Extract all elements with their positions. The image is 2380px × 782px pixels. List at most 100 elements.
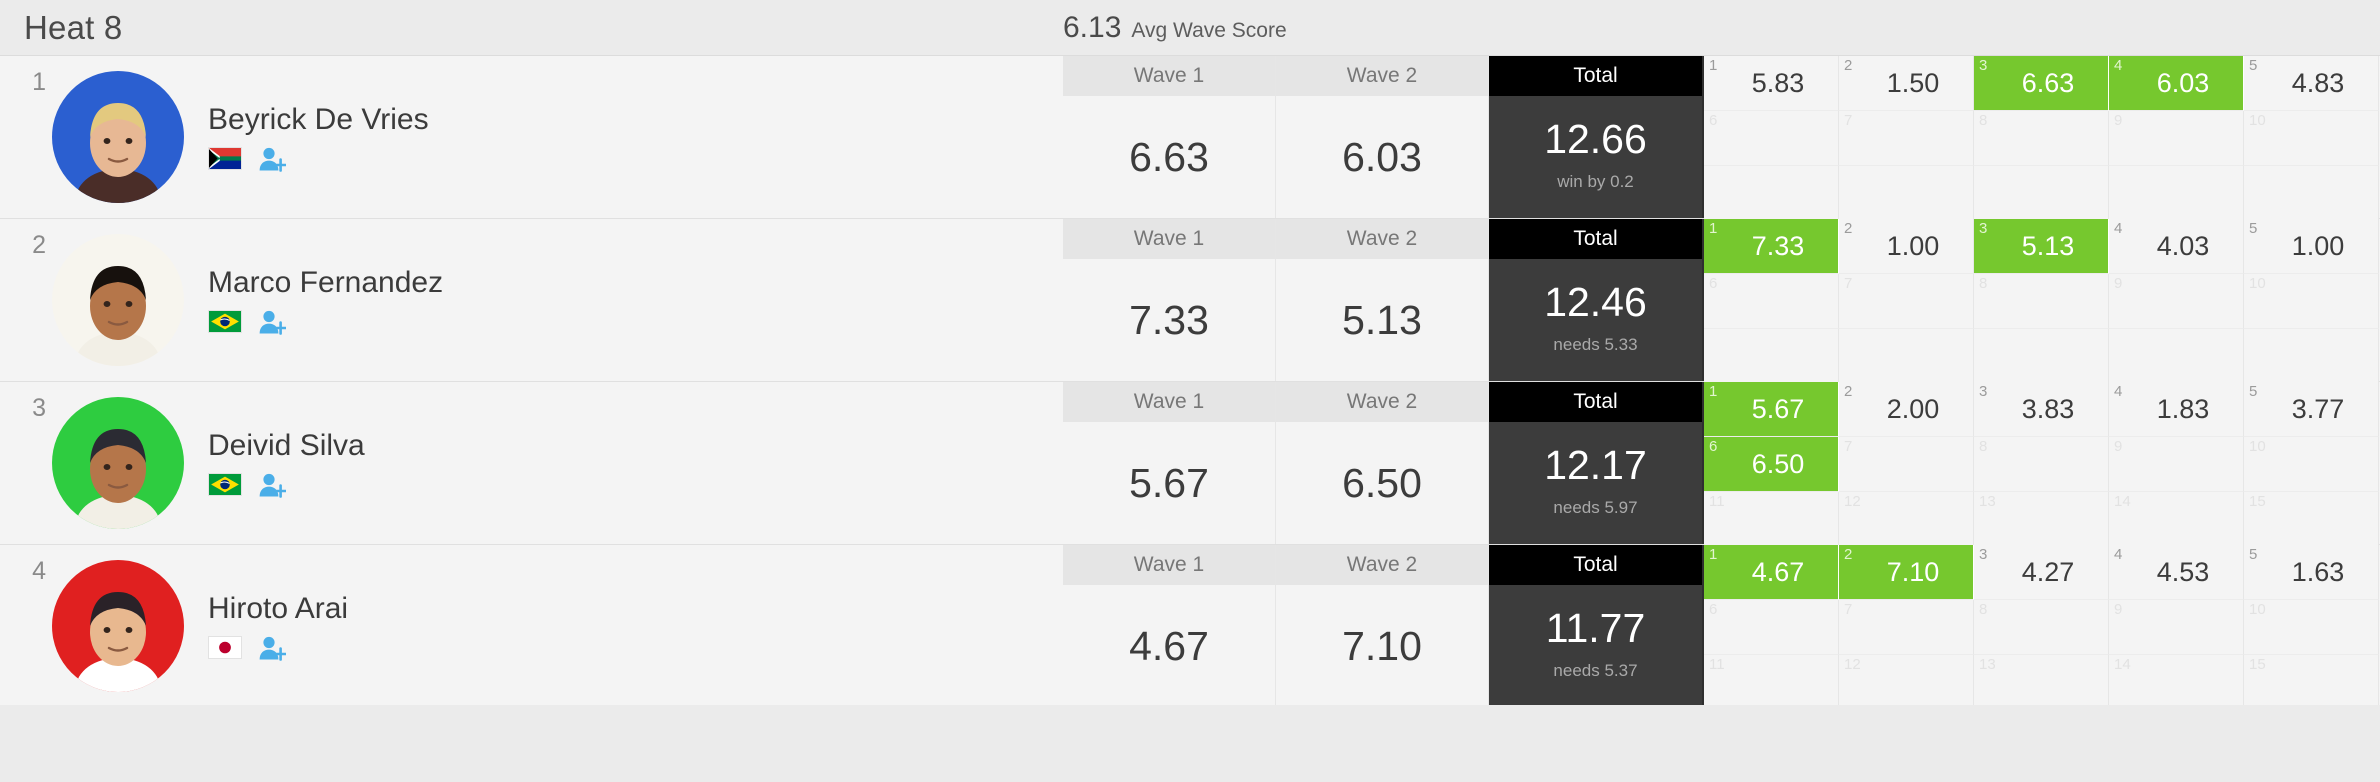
wave-score-cell[interactable]: 10 xyxy=(2244,600,2379,655)
wave-score-cell[interactable]: 10 xyxy=(2244,274,2379,329)
athlete-name[interactable]: Hiroto Arai xyxy=(208,592,348,625)
wave-score-cell[interactable]: 7 xyxy=(1839,274,1974,329)
wave-score-cell[interactable]: 15 xyxy=(2244,492,2379,547)
wave-score-cell[interactable]: 3 3.83 xyxy=(1974,382,2109,437)
wave-score-cell[interactable]: 2 1.00 xyxy=(1839,219,1974,274)
athlete-cell[interactable]: 2 Marco Fernandez xyxy=(0,219,1063,381)
wave-score-cell[interactable]: 1 4.67 xyxy=(1704,545,1839,600)
column-wave-1: Wave 1 5.67 xyxy=(1063,382,1276,544)
wave-score-cell[interactable] xyxy=(1839,166,1974,221)
wave-score-cell[interactable]: 7 xyxy=(1839,111,1974,166)
wave-score-cell[interactable]: 5 1.63 xyxy=(2244,545,2379,600)
wave-score-cell[interactable]: 6 xyxy=(1704,600,1839,655)
wave-score-cell[interactable]: 9 xyxy=(2109,111,2244,166)
wave-score-cell[interactable]: 1 5.67 xyxy=(1704,382,1839,437)
wave-score-cell[interactable] xyxy=(2109,329,2244,384)
athlete-cell[interactable]: 1 Beyrick De Vries xyxy=(0,56,1063,218)
wave-score-cell[interactable]: 7 xyxy=(1839,600,1974,655)
table-row[interactable]: 3 Deivid Silva Wave 1 5.67 Wave 2 6.50 Total 12… xyxy=(0,382,2380,547)
table-row[interactable]: 4 Hiroto Arai Wave 1 4.67 Wave 2 7.10 Total 11.… xyxy=(0,545,2380,710)
wave-score-value: 4.83 xyxy=(2291,67,2345,98)
total-cell: 12.17 needs 5.97 xyxy=(1489,422,1702,544)
avatar[interactable] xyxy=(52,397,184,529)
wave-score-cell[interactable] xyxy=(2244,329,2379,384)
wave-score-cell[interactable]: 8 xyxy=(1974,274,2109,329)
wave-score-index: 9 xyxy=(2114,601,2123,618)
wave-grid-row: 6 7 8 9 10 xyxy=(1704,274,2380,329)
wave-score-cell[interactable]: 8 xyxy=(1974,600,2109,655)
athlete-name[interactable]: Deivid Silva xyxy=(208,429,365,462)
wave-score-cell[interactable]: 2 2.00 xyxy=(1839,382,1974,437)
wave-score-cell[interactable] xyxy=(1974,329,2109,384)
wave-score-index: 10 xyxy=(2249,275,2266,292)
wave-score-cell[interactable]: 8 xyxy=(1974,437,2109,492)
avatar[interactable] xyxy=(52,234,184,366)
wave-score-index: 10 xyxy=(2249,601,2266,618)
wave-score-cell[interactable]: 11 xyxy=(1704,492,1839,547)
athlete-meta-icons xyxy=(208,309,443,335)
athlete-cell[interactable]: 3 Deivid Silva xyxy=(0,382,1063,544)
wave-score-cell[interactable]: 10 xyxy=(2244,111,2379,166)
wave-score-cell[interactable]: 14 xyxy=(2109,492,2244,547)
wave-score-cell[interactable]: 9 xyxy=(2109,274,2244,329)
wave-score-cell[interactable]: 3 4.27 xyxy=(1974,545,2109,600)
wave-score-cell[interactable] xyxy=(1974,166,2109,221)
wave-score-cell[interactable]: 11 xyxy=(1704,655,1839,710)
athlete-cell[interactable]: 4 Hiroto Arai xyxy=(0,545,1063,707)
wave-score-index: 14 xyxy=(2114,493,2131,510)
wave-score-value: 7.10 xyxy=(1886,556,1940,587)
wave-score-cell[interactable]: 15 xyxy=(2244,655,2379,710)
wave-score-cell[interactable] xyxy=(1704,166,1839,221)
wave-score-cell[interactable]: 6 xyxy=(1704,111,1839,166)
flag-icon xyxy=(208,147,242,170)
wave-score-cell[interactable] xyxy=(1839,329,1974,384)
score-columns: Wave 1 4.67 Wave 2 7.10 Total 11.77 needs 5.37 xyxy=(1063,545,1702,707)
wave-score-cell[interactable]: 14 xyxy=(2109,655,2244,710)
wave-score-cell[interactable]: 10 xyxy=(2244,437,2379,492)
table-row[interactable]: 1 Beyrick De Vries Wave 1 6.63 Wave 2 6.03 Tot… xyxy=(0,56,2380,221)
wave-score-cell[interactable] xyxy=(2109,166,2244,221)
wave-score-grid: 1 4.67 2 7.10 3 4.27 4 4.53 5 1.63 6 7 8 9 10 11 12 13 14 1… xyxy=(1702,545,2380,710)
wave-score-cell[interactable]: 4 1.83 xyxy=(2109,382,2244,437)
score-wave-1: 4.67 xyxy=(1063,585,1275,707)
add-user-icon[interactable] xyxy=(258,635,286,661)
wave-score-cell[interactable] xyxy=(2244,166,2379,221)
wave-score-cell[interactable]: 5 4.83 xyxy=(2244,56,2379,111)
avatar[interactable] xyxy=(52,560,184,692)
wave-score-cell[interactable]: 13 xyxy=(1974,492,2109,547)
wave-score-cell[interactable]: 6 xyxy=(1704,274,1839,329)
wave-score-cell[interactable]: 9 xyxy=(2109,437,2244,492)
wave-score-index: 12 xyxy=(1844,656,1861,673)
add-user-icon[interactable] xyxy=(258,146,286,172)
wave-score-cell[interactable]: 12 xyxy=(1839,655,1974,710)
wave-score-cell[interactable]: 2 7.10 xyxy=(1839,545,1974,600)
wave-score-value: 5.83 xyxy=(1751,67,1805,98)
athlete-name[interactable]: Marco Fernandez xyxy=(208,266,443,299)
add-user-icon[interactable] xyxy=(258,472,286,498)
wave-score-grid: 1 5.67 2 2.00 3 3.83 4 1.83 5 3.77 6 6.50 7 8 9 10 11 12 1… xyxy=(1702,382,2380,547)
wave-score-cell[interactable]: 4 6.03 xyxy=(2109,56,2244,111)
add-user-icon[interactable] xyxy=(258,309,286,335)
avatar[interactable] xyxy=(52,71,184,203)
wave-score-cell[interactable]: 2 1.50 xyxy=(1839,56,1974,111)
wave-score-cell[interactable]: 1 7.33 xyxy=(1704,219,1839,274)
table-row[interactable]: 2 Marco Fernandez Wave 1 7.33 Wave 2 5.13 Tota… xyxy=(0,219,2380,384)
wave-score-cell[interactable]: 1 5.83 xyxy=(1704,56,1839,111)
wave-score-cell[interactable]: 6 6.50 xyxy=(1704,437,1839,492)
wave-score-cell[interactable]: 3 5.13 xyxy=(1974,219,2109,274)
wave-score-cell[interactable]: 9 xyxy=(2109,600,2244,655)
wave-score-cell[interactable]: 7 xyxy=(1839,437,1974,492)
athlete-name[interactable]: Beyrick De Vries xyxy=(208,103,429,136)
wave-score-cell[interactable]: 13 xyxy=(1974,655,2109,710)
wave-score-cell[interactable]: 12 xyxy=(1839,492,1974,547)
wave-score-cell[interactable]: 5 1.00 xyxy=(2244,219,2379,274)
wave-score-index: 8 xyxy=(1979,112,1988,129)
avg-wave-score-label: Avg Wave Score xyxy=(1131,18,1287,42)
wave-score-cell[interactable]: 8 xyxy=(1974,111,2109,166)
wave-score-cell[interactable]: 4 4.53 xyxy=(2109,545,2244,600)
wave-score-cell[interactable]: 3 6.63 xyxy=(1974,56,2109,111)
wave-score-cell[interactable]: 4 4.03 xyxy=(2109,219,2244,274)
wave-score-index: 10 xyxy=(2249,112,2266,129)
wave-score-cell[interactable]: 5 3.77 xyxy=(2244,382,2379,437)
wave-score-cell[interactable] xyxy=(1704,329,1839,384)
